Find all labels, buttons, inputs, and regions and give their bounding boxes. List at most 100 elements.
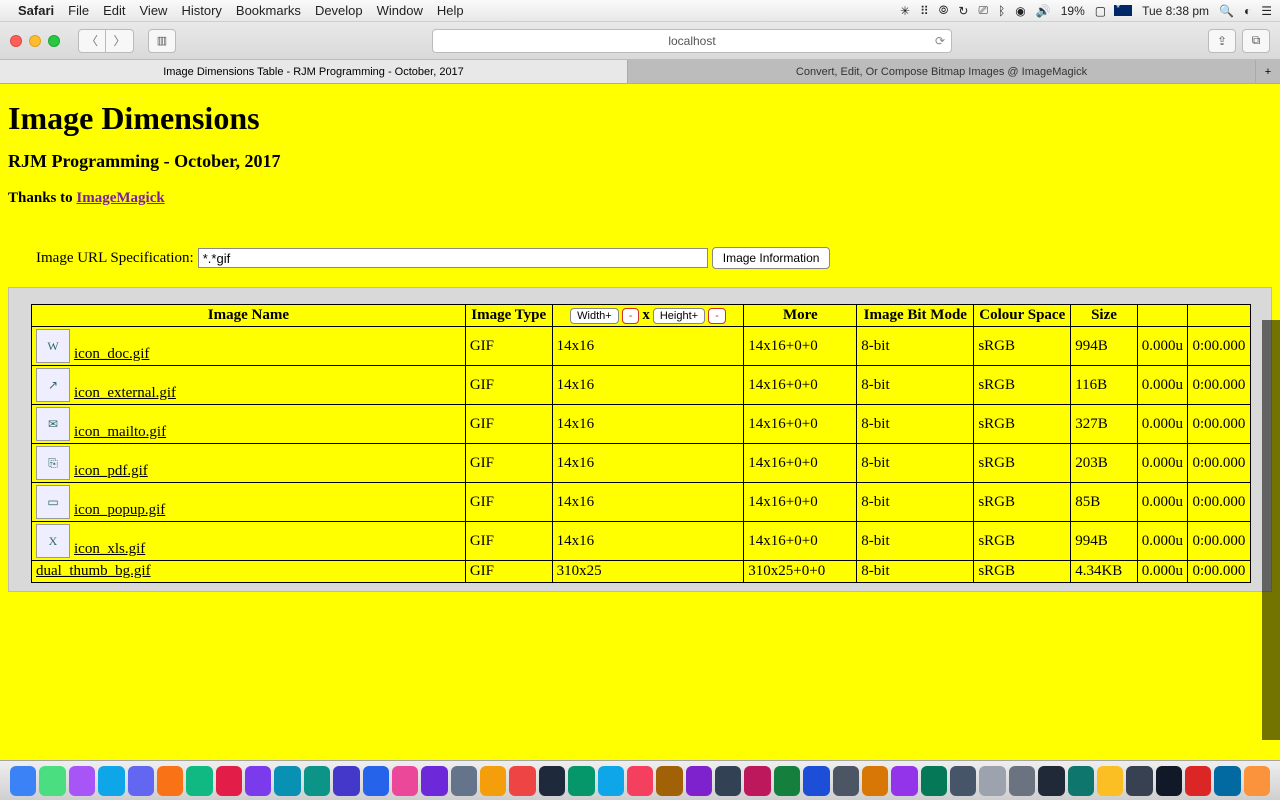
app-name[interactable]: Safari xyxy=(18,3,54,18)
dock-app-icon[interactable] xyxy=(98,766,124,796)
share-button[interactable]: ⇪ xyxy=(1208,29,1236,53)
dock-app-icon[interactable] xyxy=(509,766,535,796)
back-button[interactable]: 〈 xyxy=(78,29,106,53)
image-name-link[interactable]: dual_thumb_bg.gif xyxy=(36,563,151,580)
menu-edit[interactable]: Edit xyxy=(103,3,125,18)
dock-app-icon[interactable] xyxy=(1185,766,1211,796)
dock-app-icon[interactable] xyxy=(128,766,154,796)
close-window-button[interactable] xyxy=(10,35,22,47)
cell-more: 14x16+0+0 xyxy=(744,444,857,483)
reload-icon[interactable]: ⟳ xyxy=(935,34,945,48)
image-name-link[interactable]: icon_doc.gif xyxy=(74,346,149,363)
dock-app-icon[interactable] xyxy=(186,766,212,796)
dock-app-icon[interactable] xyxy=(451,766,477,796)
battery-percent[interactable]: 19% xyxy=(1061,4,1085,18)
notification-icon[interactable]: ☰ xyxy=(1261,4,1272,18)
image-name-link[interactable]: icon_mailto.gif xyxy=(74,424,166,441)
dock-app-icon[interactable] xyxy=(480,766,506,796)
tab-active[interactable]: Image Dimensions Table - RJM Programming… xyxy=(0,60,628,83)
address-bar[interactable]: localhost ⟳ xyxy=(432,29,952,53)
image-info-button[interactable]: Image Information xyxy=(712,247,831,269)
dock-app-icon[interactable] xyxy=(1214,766,1240,796)
flag-icon[interactable] xyxy=(1114,5,1132,16)
image-name-link[interactable]: icon_xls.gif xyxy=(74,541,145,558)
cell-elapsed-time: 0:00.000 xyxy=(1188,444,1251,483)
volume-icon[interactable]: 🔊 xyxy=(1036,4,1051,18)
dock-app-icon[interactable] xyxy=(568,766,594,796)
spotlight-icon[interactable]: 🔍 xyxy=(1219,4,1234,18)
dock-app-icon[interactable] xyxy=(1038,766,1064,796)
dock-app-icon[interactable] xyxy=(627,766,653,796)
menu-bookmarks[interactable]: Bookmarks xyxy=(236,3,301,18)
new-tab-button[interactable]: + xyxy=(1256,60,1280,83)
dock-app-icon[interactable] xyxy=(421,766,447,796)
cell-size: 994B xyxy=(1071,327,1138,366)
clock[interactable]: Tue 8:38 pm xyxy=(1142,4,1209,18)
dock-app-icon[interactable] xyxy=(774,766,800,796)
timemachine-icon[interactable]: ↻ xyxy=(958,4,968,18)
dock-app-icon[interactable] xyxy=(363,766,389,796)
avast-icon[interactable]: ✳ xyxy=(900,4,910,18)
forward-button[interactable]: 〉 xyxy=(106,29,134,53)
dock-app-icon[interactable] xyxy=(245,766,271,796)
tab-inactive-label: Convert, Edit, Or Compose Bitmap Images … xyxy=(796,66,1087,78)
dock-app-icon[interactable] xyxy=(656,766,682,796)
thanks-line: Thanks to ImageMagick xyxy=(8,190,1272,207)
dock-app-icon[interactable] xyxy=(803,766,829,796)
status-tray: ✳ ⠿ ⦾ ↻ ⎚ ᛒ ◉ 🔊 19% ▢ Tue 8:38 pm 🔍 ◐ ☰ xyxy=(890,3,1272,18)
grid-icon[interactable]: ⠿ xyxy=(920,4,929,18)
url-spec-input[interactable] xyxy=(198,248,708,268)
menu-help[interactable]: Help xyxy=(437,3,464,18)
circle-icon[interactable]: ⦾ xyxy=(939,3,949,18)
menu-window[interactable]: Window xyxy=(377,3,423,18)
dock-app-icon[interactable] xyxy=(1068,766,1094,796)
wifi-icon[interactable]: ◉ xyxy=(1015,4,1025,18)
dock-app-icon[interactable] xyxy=(39,766,65,796)
dock-app-icon[interactable] xyxy=(950,766,976,796)
dock-app-icon[interactable] xyxy=(1244,766,1270,796)
dock-app-icon[interactable] xyxy=(1126,766,1152,796)
dock-app-icon[interactable] xyxy=(69,766,95,796)
dock-app-icon[interactable] xyxy=(10,766,36,796)
dock-app-icon[interactable] xyxy=(304,766,330,796)
image-name-link[interactable]: icon_popup.gif xyxy=(74,502,165,519)
image-name-link[interactable]: icon_pdf.gif xyxy=(74,463,148,480)
airplay-icon[interactable]: ⎚ xyxy=(978,3,988,18)
dock-app-icon[interactable] xyxy=(921,766,947,796)
dock-app-icon[interactable] xyxy=(333,766,359,796)
menu-history[interactable]: History xyxy=(181,3,221,18)
image-name-link[interactable]: icon_external.gif xyxy=(74,385,176,402)
dock-app-icon[interactable] xyxy=(274,766,300,796)
dock-app-icon[interactable] xyxy=(216,766,242,796)
menu-view[interactable]: View xyxy=(140,3,168,18)
fullscreen-window-button[interactable] xyxy=(48,35,60,47)
dock-app-icon[interactable] xyxy=(862,766,888,796)
dock-app-icon[interactable] xyxy=(157,766,183,796)
dock-app-icon[interactable] xyxy=(744,766,770,796)
width-plus-button[interactable]: Width+ xyxy=(570,308,619,324)
menu-develop[interactable]: Develop xyxy=(315,3,363,18)
dock-app-icon[interactable] xyxy=(598,766,624,796)
height-plus-button[interactable]: Height+ xyxy=(653,308,705,324)
dock-app-icon[interactable] xyxy=(392,766,418,796)
dock-app-icon[interactable] xyxy=(891,766,917,796)
dock-app-icon[interactable] xyxy=(979,766,1005,796)
bluetooth-icon[interactable]: ᛒ xyxy=(998,4,1005,18)
dock-app-icon[interactable] xyxy=(539,766,565,796)
tab-inactive[interactable]: Convert, Edit, Or Compose Bitmap Images … xyxy=(628,60,1256,83)
dock-app-icon[interactable] xyxy=(1156,766,1182,796)
minimize-window-button[interactable] xyxy=(29,35,41,47)
dock-app-icon[interactable] xyxy=(1097,766,1123,796)
dock-app-icon[interactable] xyxy=(686,766,712,796)
dock-app-icon[interactable] xyxy=(1009,766,1035,796)
sidebar-toggle-button[interactable]: ▥ xyxy=(148,29,176,53)
battery-icon[interactable]: ▢ xyxy=(1095,4,1106,18)
dock-app-icon[interactable] xyxy=(833,766,859,796)
siri-icon[interactable]: ◐ xyxy=(1244,4,1251,18)
imagemagick-link[interactable]: ImageMagick xyxy=(76,190,164,206)
tabs-button[interactable]: ⧉ xyxy=(1242,29,1270,53)
width-minus-button[interactable]: - xyxy=(622,308,640,324)
menu-file[interactable]: File xyxy=(68,3,89,18)
dock-app-icon[interactable] xyxy=(715,766,741,796)
height-minus-button[interactable]: - xyxy=(708,308,726,324)
